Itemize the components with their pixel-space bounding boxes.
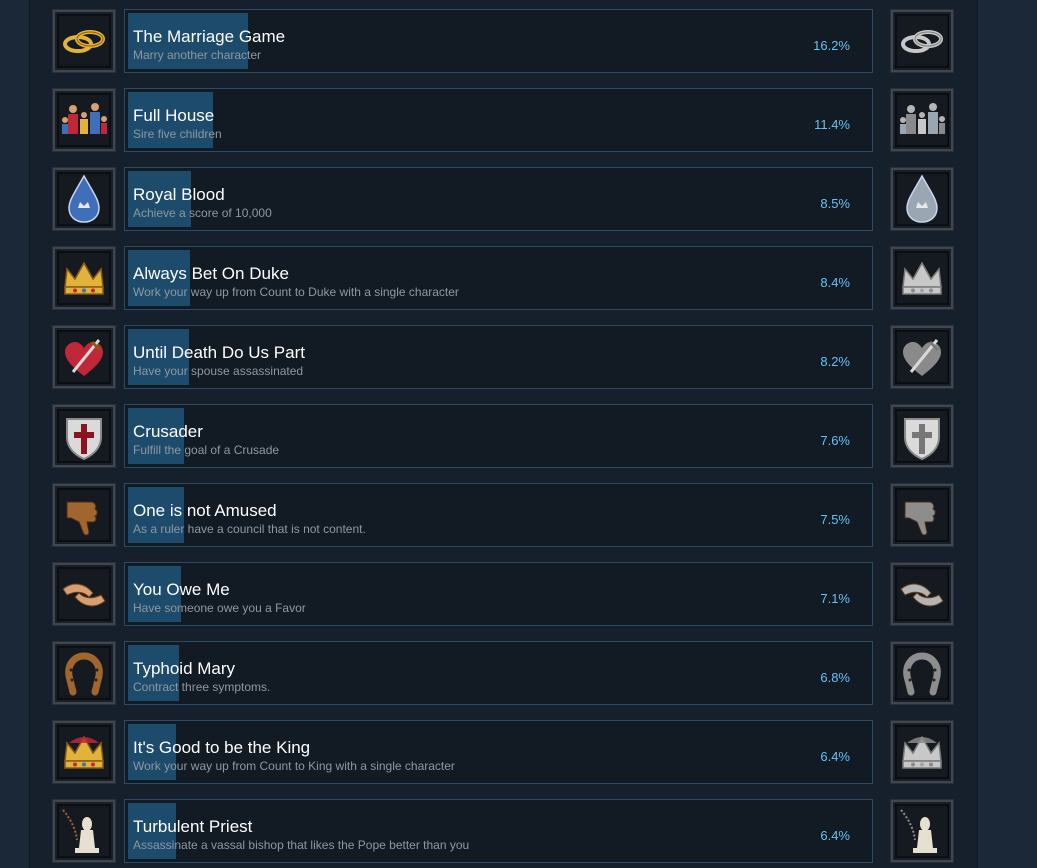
horseshoe-icon xyxy=(52,641,116,705)
unlock-percent: 6.8% xyxy=(820,670,850,685)
unlock-percent: 6.4% xyxy=(820,828,850,843)
achievement-card[interactable]: One is not Amused As a ruler have a counc… xyxy=(124,483,873,547)
unlock-percent: 8.5% xyxy=(820,196,850,211)
achievement-title: Royal Blood xyxy=(133,185,225,204)
achievement-row[interactable]: Until Death Do Us Part Have your spouse a… xyxy=(0,325,1037,389)
bishop-rosary-icon xyxy=(890,799,954,863)
achievement-title: Always Bet On Duke xyxy=(133,264,289,283)
achievement-card[interactable]: Royal Blood Achieve a score of 10,000 8.5% xyxy=(124,167,873,231)
achievement-card[interactable]: Always Bet On Duke Work your way up from … xyxy=(124,246,873,310)
achievement-row[interactable]: Turbulent Priest Assassinate a vassal bis… xyxy=(0,799,1037,863)
family-icon xyxy=(890,88,954,152)
achievement-title: It's Good to be the King xyxy=(133,738,311,757)
achievement-row[interactable]: Full House Sire five children 11.4% xyxy=(0,88,1037,152)
achievement-description: Marry another character xyxy=(133,48,262,62)
ducal-crown-icon xyxy=(890,246,954,310)
hands-icon xyxy=(52,562,116,626)
achievement-row[interactable]: Typhoid Mary Contract three symptoms. 6.8% xyxy=(0,641,1037,705)
achievement-card[interactable]: Full House Sire five children 11.4% xyxy=(124,88,873,152)
achievement-card[interactable]: Until Death Do Us Part Have your spouse a… xyxy=(124,325,873,389)
achievement-title: The Marriage Game xyxy=(133,27,286,46)
blood-drop-icon xyxy=(890,167,954,231)
rings-icon xyxy=(52,9,116,73)
thumbs-down-icon xyxy=(890,483,954,547)
achievement-title: Full House xyxy=(133,106,215,125)
unlock-percent: 8.2% xyxy=(820,354,850,369)
achievement-card[interactable]: Typhoid Mary Contract three symptoms. 6.8% xyxy=(124,641,873,705)
achievement-title: Until Death Do Us Part xyxy=(133,343,305,362)
achievement-row[interactable]: The Marriage Game Marry another character… xyxy=(0,9,1037,73)
ducal-crown-icon xyxy=(52,246,116,310)
stabbed-heart-icon xyxy=(890,325,954,389)
achievement-card[interactable]: It's Good to be the King Work your way up… xyxy=(124,720,873,784)
achievement-description: Work your way up from Count to Duke with… xyxy=(133,285,459,299)
achievement-card[interactable]: The Marriage Game Marry another character… xyxy=(124,9,873,73)
achievement-row[interactable]: Always Bet On Duke Work your way up from … xyxy=(0,246,1037,310)
unlock-percent: 11.4% xyxy=(814,117,850,132)
royal-crown-icon xyxy=(52,720,116,784)
hands-icon xyxy=(890,562,954,626)
achievement-row[interactable]: You Owe Me Have someone owe you a Favor 7.… xyxy=(0,562,1037,626)
unlock-percent: 7.6% xyxy=(820,433,850,448)
horseshoe-icon xyxy=(890,641,954,705)
stabbed-heart-icon xyxy=(52,325,116,389)
achievement-description: Have your spouse assassinated xyxy=(133,364,304,378)
unlock-percent: 7.5% xyxy=(820,512,850,527)
achievement-description: Assassinate a vassal bishop that likes t… xyxy=(133,838,470,852)
achievement-description: Contract three symptoms. xyxy=(133,680,271,694)
royal-crown-icon xyxy=(890,720,954,784)
unlock-percent: 7.1% xyxy=(820,591,850,606)
achievement-description: As a ruler have a council that is not co… xyxy=(133,522,366,536)
crusader-shield-icon xyxy=(890,404,954,468)
achievement-title: Turbulent Priest xyxy=(133,817,253,836)
crusader-shield-icon xyxy=(52,404,116,468)
achievement-description: Fulfill the goal of a Crusade xyxy=(133,443,280,457)
blood-drop-icon xyxy=(52,167,116,231)
achievement-title: You Owe Me xyxy=(133,580,230,599)
achievement-card[interactable]: Turbulent Priest Assassinate a vassal bis… xyxy=(124,799,873,863)
achievement-row[interactable]: Royal Blood Achieve a score of 10,000 8.5% xyxy=(0,167,1037,231)
bishop-rosary-icon xyxy=(52,799,116,863)
achievement-row[interactable]: One is not Amused As a ruler have a counc… xyxy=(0,483,1037,547)
achievement-description: Work your way up from Count to King with… xyxy=(133,759,455,773)
achievement-title: Crusader xyxy=(133,422,203,441)
achievement-card[interactable]: You Owe Me Have someone owe you a Favor 7.… xyxy=(124,562,873,626)
achievement-card[interactable]: Crusader Fulfill the goal of a Crusade 7.6… xyxy=(124,404,873,468)
achievement-title: One is not Amused xyxy=(133,501,277,520)
unlock-percent: 16.2% xyxy=(813,38,850,53)
achievement-description: Sire five children xyxy=(133,127,222,141)
rings-icon xyxy=(890,9,954,73)
achievement-row[interactable]: Crusader Fulfill the goal of a Crusade 7.6… xyxy=(0,404,1037,468)
thumbs-down-icon xyxy=(52,483,116,547)
family-icon xyxy=(52,88,116,152)
achievement-description: Have someone owe you a Favor xyxy=(133,601,306,615)
achievement-description: Achieve a score of 10,000 xyxy=(133,206,272,220)
unlock-percent: 8.4% xyxy=(820,275,850,290)
achievement-title: Typhoid Mary xyxy=(133,659,236,678)
unlock-percent: 6.4% xyxy=(820,749,850,764)
achievement-row[interactable]: It's Good to be the King Work your way up… xyxy=(0,720,1037,784)
